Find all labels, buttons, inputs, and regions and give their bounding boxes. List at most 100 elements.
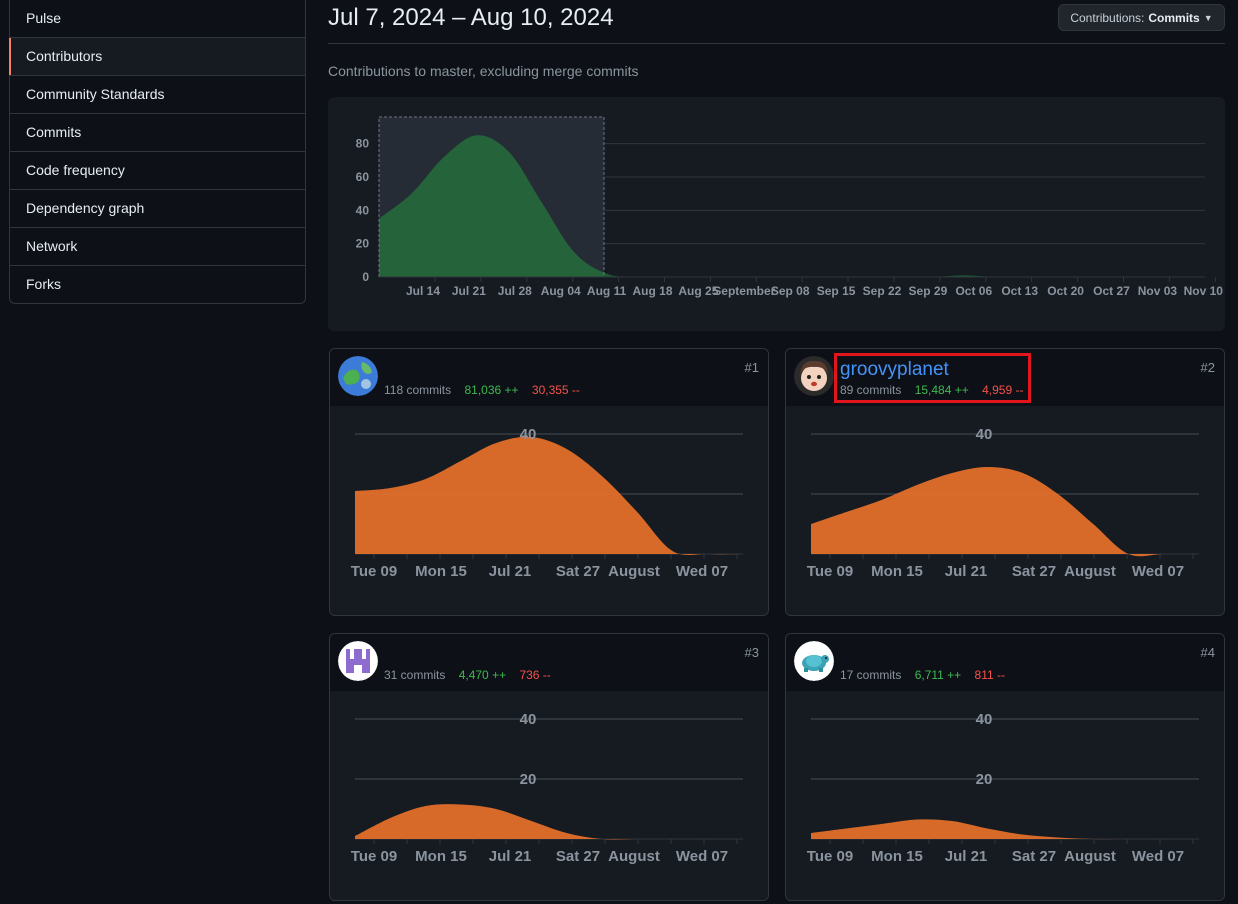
insights-sidebar: Pulse Contributors Community Standards C… xyxy=(9,0,306,304)
x-tick-label: Sep 29 xyxy=(909,284,948,298)
x-tick-label: Tue 09 xyxy=(351,848,397,865)
x-tick-label: Sep 15 xyxy=(817,284,856,298)
x-tick-label: Aug 11 xyxy=(587,284,627,298)
x-tick-label: Wed 07 xyxy=(676,848,728,865)
contributor-card-3: 31 commits 4,470 ++ 736 -- #3 40 20 Tue 09… xyxy=(329,633,769,901)
x-tick-label: Aug 18 xyxy=(632,284,672,298)
y-tick-label: 40 xyxy=(976,426,993,443)
contributor-stats: 17 commits 6,711 ++ 811 -- xyxy=(840,668,1005,682)
sidebar-item-dependency-graph[interactable]: Dependency graph xyxy=(10,189,305,227)
y-tick-label: 20 xyxy=(356,237,370,251)
x-tick-label: Mon 15 xyxy=(871,563,923,580)
x-tick-label: Oct 20 xyxy=(1047,284,1084,298)
avatar[interactable] xyxy=(338,641,378,681)
additions-count: 4,470 ++ xyxy=(458,668,507,682)
x-tick-label: Sat 27 xyxy=(556,563,600,580)
contributor-rank: #1 xyxy=(744,360,759,375)
x-tick-label: Mon 15 xyxy=(415,563,467,580)
contributor-stats: 118 commits 81,036 ++ 30,355 -- xyxy=(384,383,580,397)
x-tick-label: August xyxy=(608,848,660,865)
series-area xyxy=(355,804,743,840)
contributor-chart: 40 Tue 09 Mon 15 Jul 21 Sat 27 August Wed 07 xyxy=(807,426,1199,580)
y-tick-label: 20 xyxy=(520,771,537,788)
sidebar-item-commits[interactable]: Commits xyxy=(10,113,305,151)
y-tick-label: 20 xyxy=(976,771,993,788)
contributor-card-2: groovyplanet 89 commits 15,484 ++ 4,959 … xyxy=(785,348,1225,616)
x-tick-label: Jul 21 xyxy=(945,563,988,580)
contributor-rank: #3 xyxy=(744,645,759,660)
contributor-card-1: 118 commits 81,036 ++ 30,355 -- #1 40 Tue… xyxy=(329,348,769,616)
x-tick-label: Tue 09 xyxy=(807,848,853,865)
x-tick-label: Jul 28 xyxy=(498,284,532,298)
x-tick-label: Jul 21 xyxy=(489,848,532,865)
sidebar-item-code-frequency[interactable]: Code frequency xyxy=(10,151,305,189)
x-tick-label: Sep 08 xyxy=(771,284,810,298)
x-tick-label: Tue 09 xyxy=(807,563,853,580)
contributor-card-header: 31 commits 4,470 ++ 736 -- #3 xyxy=(330,634,768,692)
highlight-annotation-box xyxy=(834,353,1031,403)
contributor-rank: #2 xyxy=(1200,360,1215,375)
y-tick-label: 40 xyxy=(976,711,993,728)
x-tick-label: Sat 27 xyxy=(1012,563,1056,580)
contributor-chart-area: 40 Tue 09 Mon 15 Jul 21 Sat 27 August Wed 07 xyxy=(786,406,1224,615)
contributor-rank: #4 xyxy=(1200,645,1215,660)
contributor-chart-area: 40 Tue 09 Mon 15 Jul 21 Sat 27 August Wed 07 xyxy=(330,406,768,615)
sidebar-item-network[interactable]: Network xyxy=(10,227,305,265)
contributor-chart-area: 40 20 Tue 09 Mon 15 Jul 21 Sat 27 August Wed 07 xyxy=(330,691,768,900)
avatar[interactable] xyxy=(338,356,378,396)
caret-down-icon: ▼ xyxy=(1203,12,1213,23)
x-tick-label: Aug 04 xyxy=(541,284,581,298)
x-tick-label: Wed 07 xyxy=(1132,563,1184,580)
x-tick-label: Wed 07 xyxy=(676,563,728,580)
x-tick-label: Jul 21 xyxy=(489,563,532,580)
overview-chart[interactable]: 0 20 40 60 80 Jul 14 Jul 21 Jul 28 Aug 04 Aug 11 A… xyxy=(328,97,1225,331)
y-tick-label: 80 xyxy=(356,137,370,151)
x-tick-label: August xyxy=(1064,848,1116,865)
x-tick-label: Jul 21 xyxy=(945,848,988,865)
additions-count: 81,036 ++ xyxy=(464,383,519,397)
y-tick-label: 40 xyxy=(520,711,537,728)
x-tick-label: Jul 21 xyxy=(452,284,486,298)
contributor-chart: 40 20 Tue 09 Mon 15 Jul 21 Sat 27 August Wed 07 xyxy=(351,711,743,865)
additions-count: 6,711 ++ xyxy=(914,668,962,682)
commit-count[interactable]: 17 commits xyxy=(840,668,901,682)
x-tick-label: August xyxy=(1064,563,1116,580)
x-tick-label: Tue 09 xyxy=(351,563,397,580)
contributions-type-button[interactable]: Contributions: Commits ▼ xyxy=(1058,4,1225,31)
x-tick-label: Oct 13 xyxy=(1001,284,1038,298)
date-range-title: Jul 7, 2024 – Aug 10, 2024 xyxy=(328,4,614,31)
overview-chart-svg: 0 20 40 60 80 Jul 14 Jul 21 Jul 28 Aug 04 Aug 11 A… xyxy=(356,116,1224,298)
x-tick-label: Wed 07 xyxy=(1132,848,1184,865)
avatar[interactable] xyxy=(794,641,834,681)
contributor-stats: 31 commits 4,470 ++ 736 -- xyxy=(384,668,551,682)
contributor-chart: 40 Tue 09 Mon 15 Jul 21 Sat 27 August Wed 07 xyxy=(351,426,743,580)
deletions-count: 30,355 -- xyxy=(531,383,580,397)
x-tick-label: Jul 14 xyxy=(406,284,440,298)
contributor-card-header: 17 commits 6,711 ++ 811 -- #4 xyxy=(786,634,1224,692)
y-tick-label: 0 xyxy=(362,270,369,284)
contributions-button-prefix: Contributions: xyxy=(1070,10,1145,25)
y-tick-label: 60 xyxy=(356,170,370,184)
sidebar-item-pulse[interactable]: Pulse xyxy=(10,0,305,37)
x-tick-label: Mon 15 xyxy=(415,848,467,865)
x-tick-label: Sep 22 xyxy=(863,284,902,298)
header-divider xyxy=(328,43,1225,44)
x-tick-label: September xyxy=(713,284,775,298)
sidebar-item-contributors[interactable]: Contributors xyxy=(9,37,305,75)
avatar[interactable] xyxy=(794,356,834,396)
commit-count[interactable]: 118 commits xyxy=(384,383,451,397)
x-tick-label: Nov 03 xyxy=(1138,284,1178,298)
contributor-card-4: 17 commits 6,711 ++ 811 -- #4 40 20 Tue 09… xyxy=(785,633,1225,901)
sidebar-item-community-standards[interactable]: Community Standards xyxy=(10,75,305,113)
sidebar-item-forks[interactable]: Forks xyxy=(10,265,305,303)
x-tick-label: August xyxy=(608,563,660,580)
series-area xyxy=(811,819,1199,840)
commit-count[interactable]: 31 commits xyxy=(384,668,445,682)
x-tick-label: Nov 10 xyxy=(1184,284,1224,298)
x-tick-label: Sat 27 xyxy=(1012,848,1056,865)
contributions-button-value: Commits xyxy=(1148,10,1200,25)
deletions-count: 736 -- xyxy=(519,668,551,682)
x-tick-label: Oct 27 xyxy=(1093,284,1130,298)
contributor-chart-area: 40 20 Tue 09 Mon 15 Jul 21 Sat 27 August Wed 07 xyxy=(786,691,1224,900)
contributor-card-header: groovyplanet 89 commits 15,484 ++ 4,959 … xyxy=(786,349,1224,407)
